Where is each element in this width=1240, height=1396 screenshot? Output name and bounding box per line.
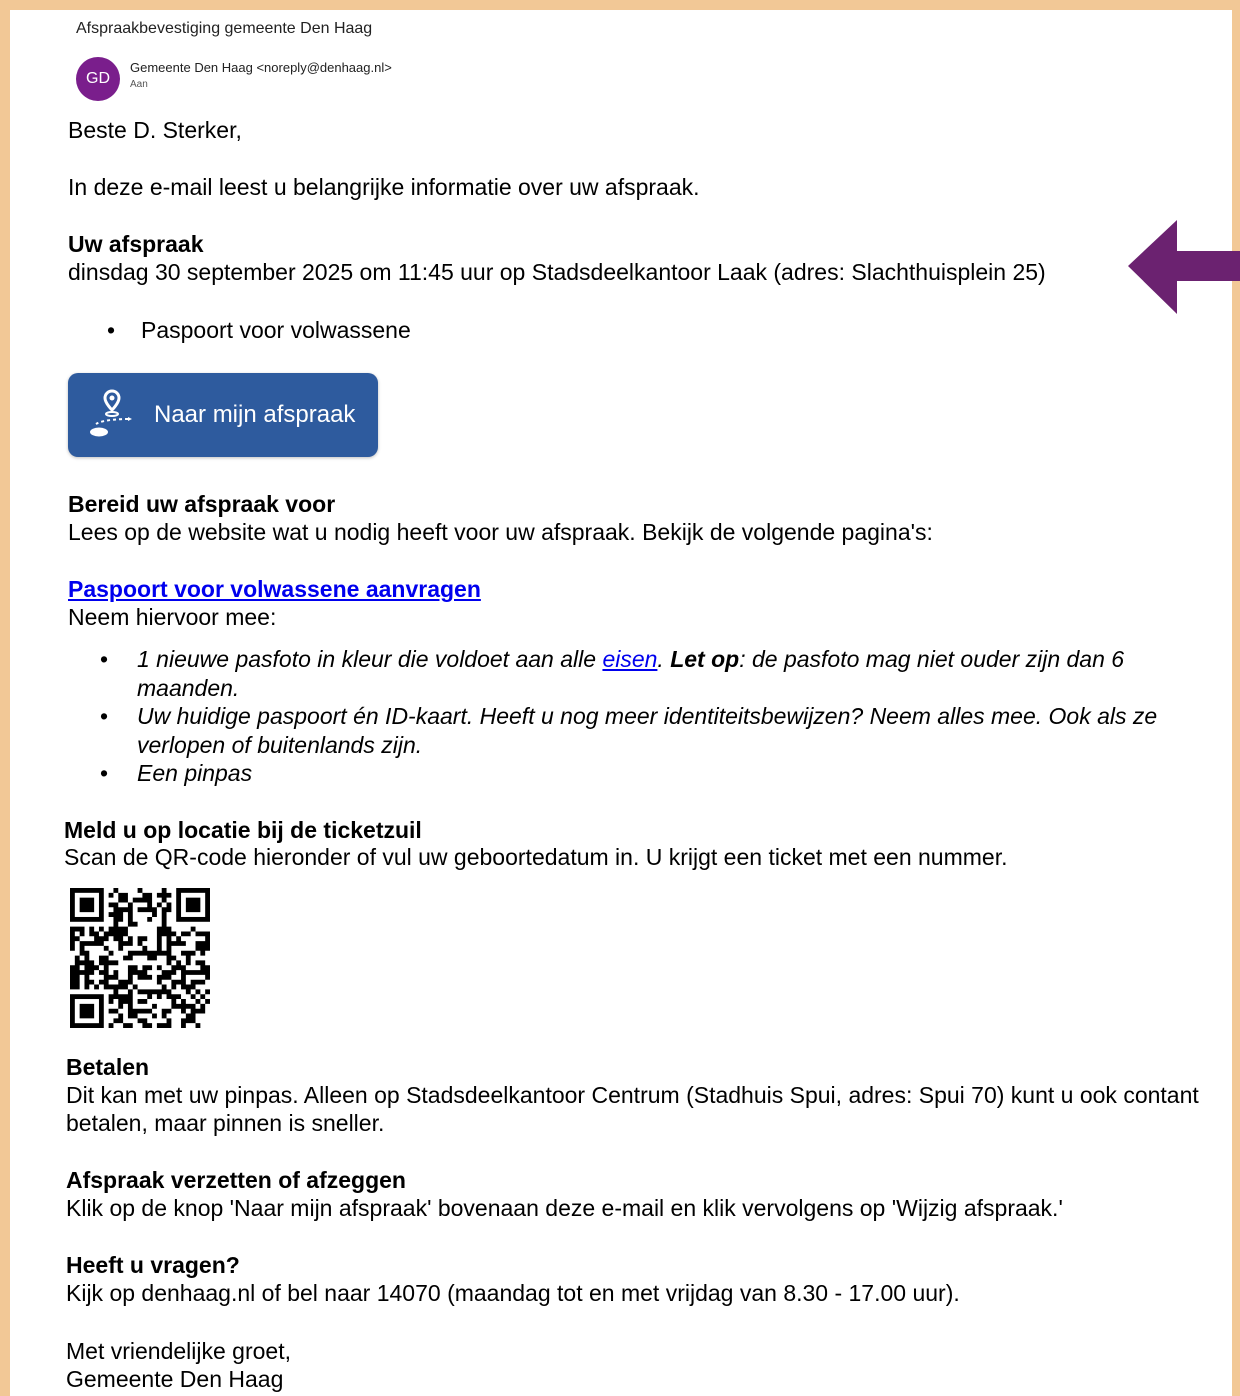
bring-list: 1 nieuwe pasfoto in kleur die voldoet aa… <box>100 645 1210 788</box>
appointment-service-label: Paspoort voor volwassene <box>141 317 411 343</box>
checkin-text: Scan de QR-code hieronder of vul uw gebo… <box>64 844 1008 870</box>
reschedule-heading: Afspraak verzetten of afzeggen <box>66 1167 406 1193</box>
questions-text: Kijk op denhaag.nl of bel naar 14070 (ma… <box>66 1280 960 1306</box>
checkin-heading: Meld u op locatie bij de ticketzuil <box>64 817 422 843</box>
payment-text: Dit kan met uw pinpas. Alleen op Stadsde… <box>66 1082 1199 1136</box>
payment-heading: Betalen <box>66 1054 150 1080</box>
appointment-details: dinsdag 30 september 2025 om 11:45 uur o… <box>68 259 1046 285</box>
qr-code <box>70 888 210 1028</box>
photo-text: 1 nieuwe pasfoto in kleur die voldoet aa… <box>137 646 603 672</box>
prepare-text: Lees op de website wat u nodig heeft voo… <box>68 519 933 545</box>
greeting: Beste D. Sterker, <box>68 117 242 143</box>
signature: Gemeente Den Haag <box>66 1366 284 1392</box>
questions-heading: Heeft u vragen? <box>66 1252 240 1278</box>
bring-label: Neem hiervoor mee: <box>68 604 277 630</box>
email-subject: Afspraakbevestiging gemeente Den Haag <box>76 20 373 37</box>
sender-address[interactable]: Gemeente Den Haag <noreply@denhaag.nl> <box>130 60 392 75</box>
closing: Met vriendelijke groet, <box>66 1338 291 1364</box>
open-appointment-label: Naar mijn afspraak <box>154 401 356 428</box>
list-item: Een pinpas <box>100 759 1210 788</box>
bullet: • <box>107 317 116 343</box>
reschedule-text: Klik op de knop 'Naar mijn afspraak' bov… <box>66 1195 1063 1221</box>
arrow-left-icon <box>1128 220 1240 314</box>
passport-application-link[interactable]: Paspoort voor volwassene aanvragen <box>68 575 481 603</box>
intro-text: In deze e-mail leest u belangrijke infor… <box>68 174 700 200</box>
appointment-heading: Uw afspraak <box>68 231 204 257</box>
list-item: Uw huidige paspoort én ID-kaart. Heeft u… <box>100 702 1210 759</box>
open-appointment-button[interactable]: Naar mijn afspraak <box>68 373 378 457</box>
sender-avatar: GD <box>76 57 120 101</box>
list-item: 1 nieuwe pasfoto in kleur die voldoet aa… <box>100 645 1210 702</box>
requirements-link[interactable]: eisen <box>602 646 657 672</box>
map-route-icon <box>90 389 132 437</box>
note-label: Let op <box>663 646 740 672</box>
prepare-heading: Bereid uw afspraak voor <box>68 491 336 517</box>
recipient-label: Aan <box>130 79 148 90</box>
